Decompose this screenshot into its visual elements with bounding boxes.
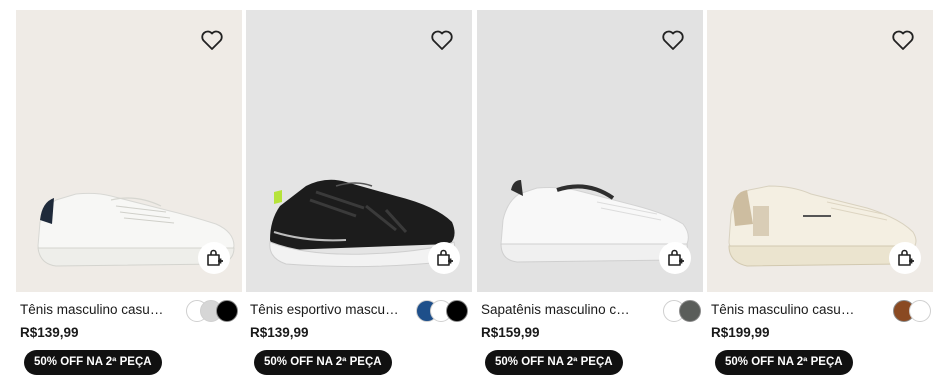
shopping-bag-plus-icon bbox=[437, 249, 453, 266]
color-swatches bbox=[663, 300, 703, 322]
add-to-bag-button[interactable] bbox=[889, 242, 921, 274]
shopping-bag-plus-icon bbox=[668, 249, 684, 266]
add-to-bag-button[interactable] bbox=[198, 242, 230, 274]
product-image[interactable] bbox=[246, 10, 472, 292]
product-info-row: Sapatênis masculino casual... bbox=[477, 300, 703, 322]
product-card[interactable]: Tênis masculino casual com... R$199,99 5… bbox=[707, 10, 933, 378]
product-info-row: Tênis masculino casual... bbox=[16, 300, 242, 322]
product-card[interactable]: Tênis esportivo masculin... R$139,99 50%… bbox=[246, 10, 472, 378]
color-swatches bbox=[186, 300, 242, 322]
product-title[interactable]: Tênis masculino casual... bbox=[20, 302, 170, 317]
product-price: R$199,99 bbox=[711, 325, 770, 340]
shopping-bag-plus-icon bbox=[898, 249, 914, 266]
heart-icon bbox=[201, 30, 223, 50]
product-card[interactable]: Sapatênis masculino casual... R$159,99 5… bbox=[477, 10, 703, 378]
shopping-bag-plus-icon bbox=[207, 249, 223, 266]
color-swatches bbox=[893, 300, 933, 322]
add-to-bag-button[interactable] bbox=[428, 242, 460, 274]
product-info-row: Tênis esportivo masculin... bbox=[246, 300, 472, 322]
favorite-button[interactable] bbox=[428, 26, 456, 54]
heart-icon bbox=[662, 30, 684, 50]
product-image[interactable] bbox=[477, 10, 703, 292]
color-swatches bbox=[416, 300, 472, 322]
favorite-button[interactable] bbox=[198, 26, 226, 54]
heart-icon bbox=[892, 30, 914, 50]
promo-badge[interactable]: 50% OFF NA 2ª PEÇA bbox=[24, 350, 162, 375]
add-to-bag-button[interactable] bbox=[659, 242, 691, 274]
promo-badge[interactable]: 50% OFF NA 2ª PEÇA bbox=[485, 350, 623, 375]
product-price: R$159,99 bbox=[481, 325, 540, 340]
product-price: R$139,99 bbox=[20, 325, 79, 340]
promo-badge[interactable]: 50% OFF NA 2ª PEÇA bbox=[254, 350, 392, 375]
product-price: R$139,99 bbox=[250, 325, 309, 340]
heart-icon bbox=[431, 30, 453, 50]
color-swatch-selected[interactable] bbox=[679, 300, 701, 322]
product-title[interactable]: Sapatênis masculino casual... bbox=[481, 302, 631, 317]
color-swatch[interactable] bbox=[909, 300, 931, 322]
product-card[interactable]: Tênis masculino casual... R$139,99 50% O… bbox=[16, 10, 242, 378]
favorite-button[interactable] bbox=[659, 26, 687, 54]
promo-badge[interactable]: 50% OFF NA 2ª PEÇA bbox=[715, 350, 853, 375]
product-title[interactable]: Tênis masculino casual com... bbox=[711, 302, 861, 317]
color-swatch-selected[interactable] bbox=[446, 300, 468, 322]
color-swatch-selected[interactable] bbox=[216, 300, 238, 322]
favorite-button[interactable] bbox=[889, 26, 917, 54]
product-image[interactable] bbox=[707, 10, 933, 292]
product-title[interactable]: Tênis esportivo masculin... bbox=[250, 302, 400, 317]
product-info-row: Tênis masculino casual com... bbox=[707, 300, 933, 322]
product-image[interactable] bbox=[16, 10, 242, 292]
